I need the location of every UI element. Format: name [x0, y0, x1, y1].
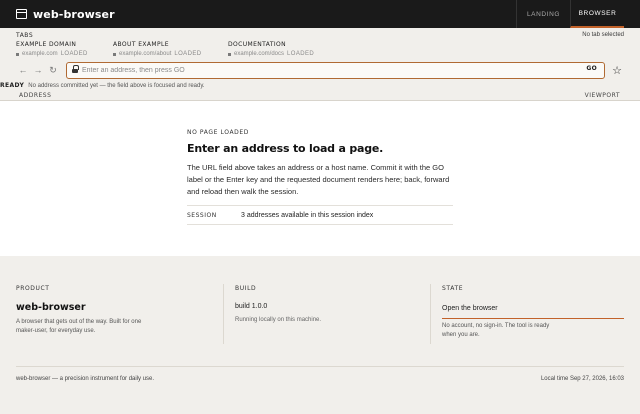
- footer: PRODUCT web-browser A browser that gets …: [0, 256, 640, 414]
- column-header-viewport: VIEWPORT: [584, 92, 620, 99]
- tab-about-example[interactable]: ABOUT EXAMPLE example.com/about LOADED: [113, 41, 201, 57]
- empty-state: NO PAGE LOADED Enter an address to load …: [187, 129, 453, 225]
- tab-title: DOCUMENTATION: [228, 41, 287, 48]
- footer-product-name: web-browser: [16, 302, 86, 313]
- session-label: SESSION: [187, 211, 217, 219]
- tab-example-domain[interactable]: EXAMPLE DOMAIN example.com LOADED: [16, 41, 88, 57]
- bookmark-button[interactable]: ☆: [610, 62, 624, 78]
- footer-build-label: BUILD: [235, 285, 257, 292]
- tab-title: EXAMPLE DOMAIN: [16, 41, 77, 48]
- empty-state-title: Enter an address to load a page.: [187, 142, 384, 155]
- status-line: READY No address committed yet — the fie…: [0, 82, 205, 89]
- tabs-label: TABS: [16, 32, 34, 39]
- tab-documentation[interactable]: DOCUMENTATION example.com/docs LOADED: [228, 41, 314, 57]
- open-browser-link[interactable]: Open the browser: [442, 305, 624, 319]
- footer-product: PRODUCT web-browser A browser that gets …: [16, 285, 146, 336]
- forward-arrow-icon: →: [33, 65, 43, 75]
- status-message: No address committed yet — the field abo…: [28, 83, 205, 89]
- lock-icon: [72, 65, 79, 73]
- go-button[interactable]: GO: [586, 65, 597, 72]
- back-arrow-icon: ←: [18, 65, 28, 75]
- tab-host: example.com/docs: [234, 51, 285, 57]
- tab-status-dot-icon: [113, 52, 116, 56]
- status-state: READY: [0, 82, 25, 89]
- reload-button[interactable]: ↻: [47, 64, 59, 76]
- reload-icon: ↻: [49, 64, 57, 75]
- footer-build: BUILD build 1.0.0 Running locally on thi…: [235, 285, 321, 323]
- session-value: 3 addresses available in this session in…: [241, 211, 374, 219]
- footer-build-version: build 1.0.0: [235, 303, 268, 310]
- footer-local-time: Local time Sep 27, 2026, 16:03: [540, 376, 624, 382]
- tab-status-dot-icon: [16, 52, 19, 56]
- empty-state-body: The URL field above takes an address or …: [187, 163, 450, 196]
- tab-host: example.com/about: [119, 51, 172, 57]
- back-button[interactable]: ←: [17, 64, 29, 76]
- tab-status: LOADED: [60, 51, 88, 57]
- top-bar: web-browser LANDING BROWSER: [0, 0, 640, 28]
- browser-window-icon: [16, 9, 27, 19]
- footer-build-note: Running locally on this machine.: [235, 317, 322, 323]
- footer-state: STATE Open the browser No account, no si…: [442, 285, 624, 340]
- nav-tab-landing[interactable]: LANDING: [516, 0, 570, 28]
- brand[interactable]: web-browser: [16, 0, 115, 28]
- tab-status: LOADED: [287, 51, 315, 57]
- star-icon: ☆: [612, 64, 622, 77]
- forward-button[interactable]: →: [32, 64, 44, 76]
- column-header-address: ADDRESS: [19, 92, 52, 99]
- footer-state-label: STATE: [442, 285, 464, 292]
- tab-host: example.com: [22, 51, 58, 57]
- app-name: web-browser: [33, 7, 115, 21]
- footer-product-label: PRODUCT: [16, 285, 50, 292]
- footer-divider: [430, 284, 431, 344]
- empty-state-eyebrow: NO PAGE LOADED: [187, 129, 249, 136]
- tab-title: ABOUT EXAMPLE: [113, 41, 169, 48]
- no-tab-selected-text: No tab selected: [582, 32, 624, 38]
- viewport: NO PAGE LOADED Enter an address to load …: [0, 101, 640, 256]
- tab-status-dot-icon: [228, 52, 231, 56]
- footer-product-description: A browser that gets out of the way. Buil…: [16, 319, 142, 334]
- footer-rule: [16, 366, 624, 367]
- tab-status: LOADED: [174, 51, 202, 57]
- footer-state-note: No account, no sign-in. The tool is read…: [442, 323, 550, 338]
- footer-tagline: web-browser — a precision instrument for…: [16, 376, 155, 382]
- session-row: SESSION 3 addresses available in this se…: [187, 205, 453, 225]
- footer-divider: [223, 284, 224, 344]
- address-input[interactable]: [82, 64, 562, 76]
- nav-tab-browser[interactable]: BROWSER: [570, 0, 624, 28]
- address-bar: GO: [66, 62, 605, 79]
